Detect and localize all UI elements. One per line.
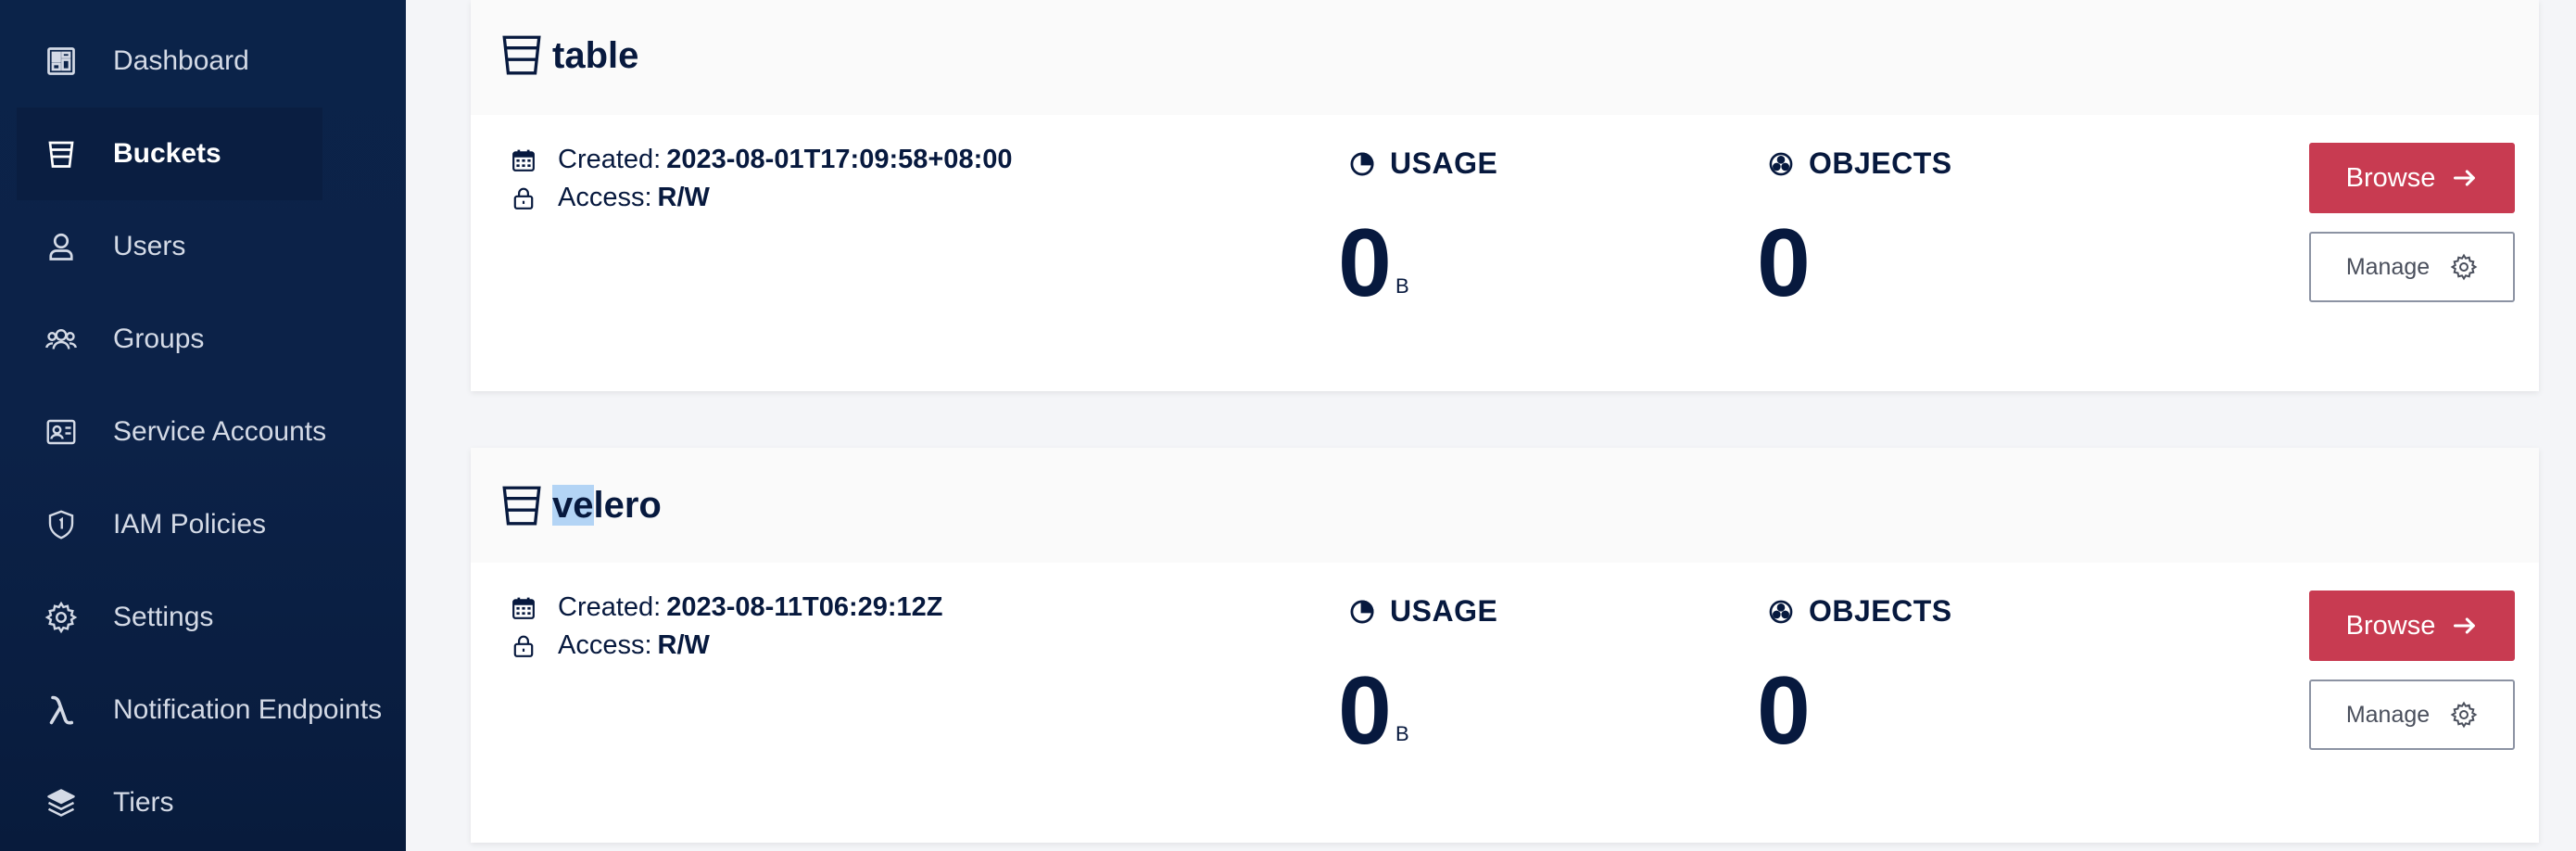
bucket-card-header: table bbox=[471, 0, 2539, 115]
sidebar-item-label: Buckets bbox=[113, 138, 221, 169]
lambda-icon bbox=[44, 693, 78, 727]
gear-icon bbox=[2450, 253, 2478, 281]
browse-button[interactable]: Browse bbox=[2309, 143, 2515, 213]
objects-label: OBJECTS bbox=[1768, 146, 1952, 181]
shield-icon bbox=[44, 508, 78, 541]
browse-button[interactable]: Browse bbox=[2309, 591, 2515, 661]
arrow-right-icon bbox=[2454, 170, 2476, 186]
sidebar-item-label: Settings bbox=[113, 602, 214, 632]
lock-icon bbox=[513, 635, 534, 657]
bucket-card: velero Created: 2023-08-11T06:29:12Z Acc… bbox=[471, 448, 2539, 843]
created-value: 2023-08-11T06:29:12Z bbox=[666, 592, 943, 622]
bucket-icon bbox=[502, 486, 541, 526]
created-row: Created: 2023-08-01T17:09:58+08:00 bbox=[511, 145, 1012, 175]
selected-text: ve bbox=[552, 485, 594, 526]
sidebar-item-label: IAM Policies bbox=[113, 509, 267, 540]
calendar-icon bbox=[512, 597, 535, 619]
access-label: Access: bbox=[558, 630, 652, 660]
sidebar-item-iam-policies[interactable]: IAM Policies bbox=[17, 478, 322, 571]
sidebar-item-label: Dashboard bbox=[113, 45, 249, 76]
arrow-right-icon bbox=[2454, 617, 2476, 634]
gear-icon bbox=[2450, 701, 2478, 729]
sidebar-item-label: Users bbox=[113, 231, 186, 261]
sidebar-item-label: Service Accounts bbox=[113, 416, 327, 447]
bucket-name[interactable]: velero bbox=[552, 485, 662, 527]
lock-icon bbox=[513, 187, 534, 210]
usage-unit: B bbox=[1395, 722, 1409, 745]
access-label: Access: bbox=[558, 183, 652, 212]
sidebar-item-groups[interactable]: Groups bbox=[17, 293, 322, 386]
service-account-icon bbox=[44, 415, 78, 449]
sidebar-item-label: Tiers bbox=[113, 787, 174, 818]
access-value: R/W bbox=[657, 183, 710, 212]
manage-button[interactable]: Manage bbox=[2309, 680, 2515, 750]
access-row: Access: R/W bbox=[511, 183, 710, 213]
sidebar: Dashboard Buckets Users Groups Service A… bbox=[0, 0, 406, 851]
pie-chart-icon bbox=[1350, 600, 1374, 623]
objects-label: OBJECTS bbox=[1768, 594, 1952, 629]
sidebar-item-buckets[interactable]: Buckets bbox=[17, 108, 322, 200]
created-label: Created: bbox=[558, 592, 662, 622]
created-row: Created: 2023-08-11T06:29:12Z bbox=[511, 592, 943, 623]
usage-unit: B bbox=[1395, 274, 1409, 298]
access-row: Access: R/W bbox=[511, 630, 710, 661]
usage-value: 0 bbox=[1338, 657, 1392, 765]
sidebar-item-label: Groups bbox=[113, 324, 205, 354]
sidebar-item-service-accounts[interactable]: Service Accounts bbox=[17, 386, 326, 478]
sidebar-item-users[interactable]: Users bbox=[17, 200, 322, 293]
objects-icon bbox=[1769, 600, 1793, 623]
bucket-card: table Created: 2023-08-01T17:09:58+08:00… bbox=[471, 0, 2539, 391]
calendar-icon bbox=[512, 149, 535, 171]
objects-value: 0 bbox=[1757, 657, 1811, 765]
bucket-icon bbox=[44, 137, 78, 171]
bucket-card-header: velero bbox=[471, 448, 2539, 563]
objects-icon bbox=[1769, 152, 1793, 175]
sidebar-item-tiers[interactable]: Tiers bbox=[17, 756, 322, 849]
created-label: Created: bbox=[558, 145, 662, 174]
created-value: 2023-08-01T17:09:58+08:00 bbox=[666, 145, 1013, 174]
sidebar-item-settings[interactable]: Settings bbox=[17, 571, 322, 664]
usage-label: USAGE bbox=[1349, 594, 1497, 629]
usage-label: USAGE bbox=[1349, 146, 1497, 181]
bucket-name[interactable]: table bbox=[552, 35, 638, 77]
pie-chart-icon bbox=[1350, 152, 1374, 175]
layers-icon bbox=[44, 786, 78, 819]
manage-button[interactable]: Manage bbox=[2309, 232, 2515, 302]
bucket-icon bbox=[502, 35, 541, 75]
groups-icon bbox=[44, 323, 78, 356]
dashboard-icon bbox=[44, 44, 78, 78]
gear-icon bbox=[44, 601, 78, 634]
usage-value: 0 bbox=[1338, 210, 1392, 317]
sidebar-item-label: Notification Endpoints bbox=[113, 694, 383, 725]
objects-value: 0 bbox=[1757, 210, 1811, 317]
sidebar-item-notification-endpoints[interactable]: Notification Endpoints bbox=[17, 664, 382, 756]
access-value: R/W bbox=[657, 630, 710, 660]
user-icon bbox=[44, 230, 78, 263]
sidebar-item-dashboard[interactable]: Dashboard bbox=[17, 15, 322, 108]
